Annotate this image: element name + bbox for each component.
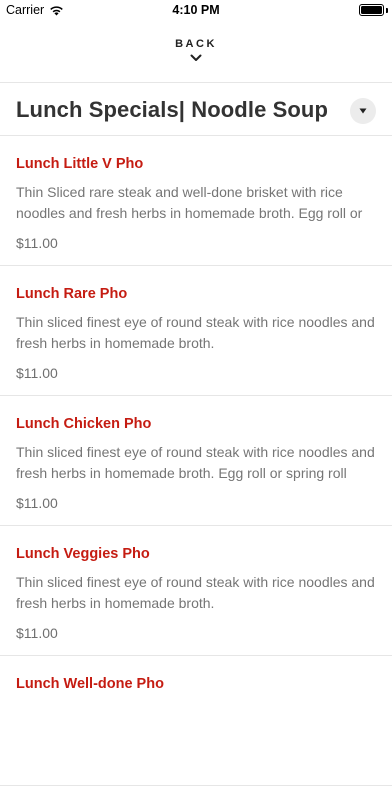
menu-item[interactable]: Lunch Chicken Pho Thin sliced finest eye… xyxy=(0,396,392,526)
back-button[interactable]: BACK xyxy=(0,34,392,78)
category-header: Lunch Specials| Noodle Soup xyxy=(0,82,392,136)
menu-list: Lunch Little V Pho Thin Sliced rare stea… xyxy=(0,136,392,786)
battery-fill xyxy=(361,6,382,14)
item-price: $11.00 xyxy=(16,365,58,381)
item-description: Thin Sliced rare steak and well-done bri… xyxy=(16,184,363,221)
battery-icon xyxy=(359,4,384,16)
item-price: $11.00 xyxy=(16,495,58,511)
chevron-down-icon xyxy=(190,54,202,61)
item-description xyxy=(16,702,376,744)
item-name: Lunch Well-done Pho xyxy=(16,676,164,692)
item-price: $11.00 xyxy=(16,625,58,641)
item-name: Lunch Rare Pho xyxy=(16,286,128,302)
status-bar: Carrier 4:10 PM xyxy=(0,0,392,22)
category-title: Lunch Specials| Noodle Soup xyxy=(16,97,328,122)
item-name: Lunch Little V Pho xyxy=(16,156,144,172)
menu-item[interactable]: Lunch Little V Pho Thin Sliced rare stea… xyxy=(0,136,392,266)
back-label: BACK xyxy=(175,38,217,50)
caret-down-icon xyxy=(359,108,367,114)
item-description: Thin sliced finest eye of round steak wi… xyxy=(16,444,375,481)
item-name: Lunch Chicken Pho xyxy=(16,416,152,432)
category-dropdown-button[interactable] xyxy=(350,98,376,124)
item-description: Thin sliced finest eye of round steak wi… xyxy=(16,574,375,611)
status-time: 4:10 PM xyxy=(172,3,220,17)
item-description: Thin sliced finest eye of round steak wi… xyxy=(16,314,375,351)
menu-item[interactable]: Lunch Rare Pho Thin sliced finest eye of… xyxy=(0,266,392,396)
menu-item[interactable]: Lunch Well-done Pho xyxy=(0,656,392,786)
menu-item[interactable]: Lunch Veggies Pho Thin sliced finest eye… xyxy=(0,526,392,656)
item-price: $11.00 xyxy=(16,235,58,251)
battery-cap xyxy=(386,8,388,13)
item-name: Lunch Veggies Pho xyxy=(16,546,150,562)
